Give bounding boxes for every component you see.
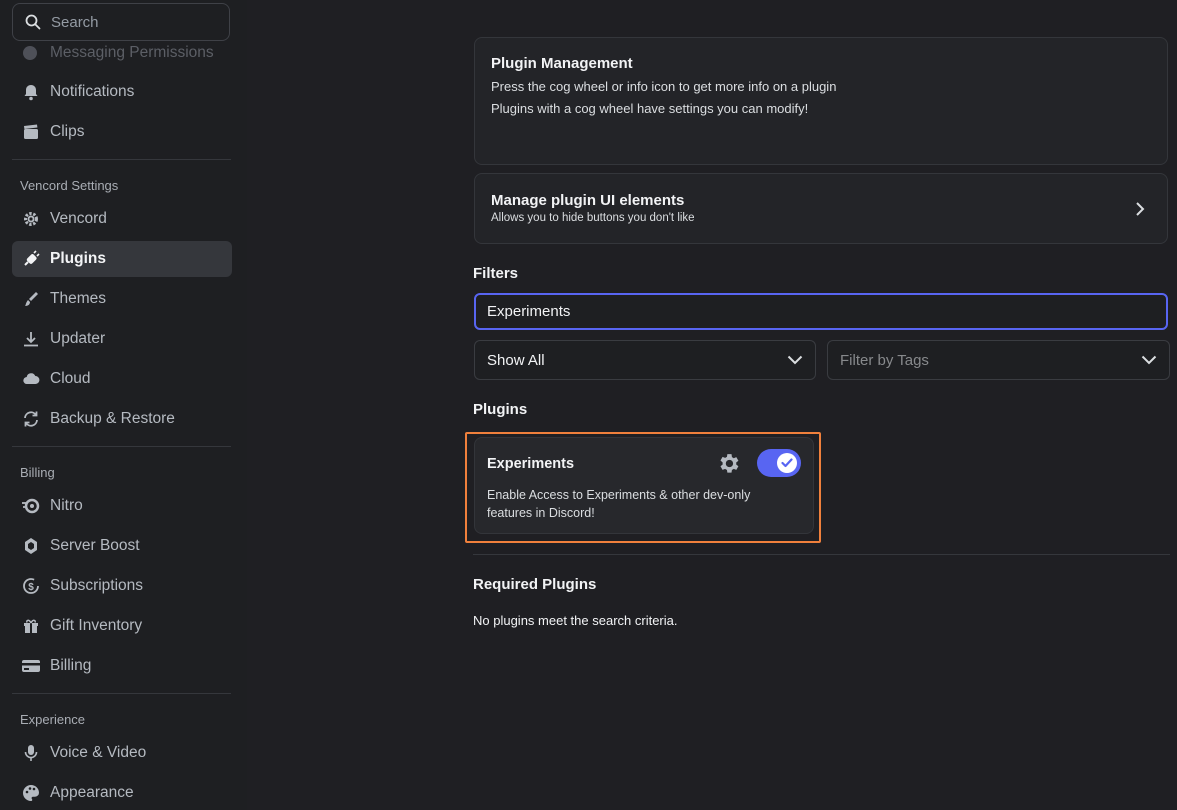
section-header-billing: Billing	[20, 465, 55, 480]
tags-filter-placeholder: Filter by Tags	[840, 351, 929, 369]
filters-heading: Filters	[473, 265, 519, 282]
plugin-search-value: Experiments	[487, 303, 571, 320]
chevron-down-icon	[1141, 355, 1157, 365]
search-placeholder: Search	[51, 13, 99, 31]
show-filter-value: Show All	[487, 351, 545, 369]
sidebar-item-gift-inventory[interactable]: Gift Inventory	[12, 608, 232, 644]
credit-card-icon	[20, 655, 42, 677]
plugin-description-line2: features in Discord!	[487, 506, 595, 520]
plugin-name: Experiments	[487, 456, 575, 472]
paintbrush-icon	[20, 288, 42, 310]
sidebar-item-clips[interactable]: Clips	[12, 114, 232, 150]
sidebar-item-notifications[interactable]: Notifications	[12, 74, 232, 110]
download-icon	[20, 328, 42, 350]
manage-plugin-ui-button[interactable]: Manage plugin UI elements Allows you to …	[474, 173, 1168, 244]
manage-ui-title: Manage plugin UI elements	[491, 192, 685, 209]
chevron-down-icon	[787, 355, 803, 365]
sidebar-item-backup-restore[interactable]: Backup & Restore	[12, 401, 232, 437]
section-header-experience: Experience	[20, 712, 86, 727]
sidebar-item-cloud[interactable]: Cloud	[12, 361, 232, 397]
plugin-description: Enable Access to Experiments & other dev…	[487, 486, 750, 522]
tags-filter-select[interactable]: Filter by Tags	[827, 340, 1170, 380]
palette-icon	[20, 782, 42, 804]
show-filter-select[interactable]: Show All	[474, 340, 816, 380]
sidebar-item-nitro[interactable]: Nitro	[12, 488, 232, 524]
clapperboard-icon	[20, 121, 42, 143]
section-header-vencord: Vencord Settings	[20, 178, 119, 193]
section-divider	[473, 554, 1170, 555]
microphone-icon	[20, 742, 42, 764]
boost-gem-icon	[20, 535, 42, 557]
nitro-icon	[20, 495, 42, 517]
gear-icon[interactable]	[716, 451, 741, 476]
chat-shield-icon	[20, 42, 42, 64]
subscription-icon: $	[20, 575, 42, 597]
chevron-right-icon	[1136, 202, 1145, 216]
plugin-description-line1: Enable Access to Experiments & other dev…	[487, 488, 751, 502]
sidebar-item-billing[interactable]: Billing	[12, 648, 232, 684]
sidebar-divider	[12, 693, 231, 694]
plugin-management-line1: Press the cog wheel or info icon to get …	[491, 79, 837, 94]
no-results-text: No plugins meet the search criteria.	[473, 613, 678, 628]
sidebar-item-server-boost[interactable]: Server Boost	[12, 528, 232, 564]
bell-icon	[20, 81, 42, 103]
cloud-icon	[20, 368, 42, 390]
sidebar-item-subscriptions[interactable]: $ Subscriptions	[12, 568, 232, 604]
sidebar-item-vencord[interactable]: Vencord	[12, 201, 232, 237]
search-bar[interactable]: Search	[12, 3, 230, 41]
plugins-heading: Plugins	[473, 401, 528, 418]
gear-icon	[20, 208, 42, 230]
plugin-search-input[interactable]: Experiments	[474, 293, 1168, 330]
plugin-management-title: Plugin Management	[491, 55, 633, 72]
required-plugins-heading: Required Plugins	[473, 576, 597, 593]
sync-icon	[20, 408, 42, 430]
plugin-enable-toggle[interactable]	[757, 449, 801, 477]
gift-icon	[20, 615, 42, 637]
svg-text:$: $	[28, 582, 34, 593]
sidebar-item-updater[interactable]: Updater	[12, 321, 232, 357]
plugin-management-line2: Plugins with a cog wheel have settings y…	[491, 101, 809, 116]
sidebar-item-voice-video[interactable]: Voice & Video	[12, 735, 232, 771]
sidebar-divider	[12, 446, 231, 447]
toggle-knob	[777, 453, 797, 473]
checkmark-icon	[781, 458, 793, 468]
plugin-management-card: Plugin Management Press the cog wheel or…	[474, 37, 1168, 165]
manage-ui-subtitle: Allows you to hide buttons you don't lik…	[491, 212, 695, 224]
settings-sidebar: Search Messaging Permissions Notificatio…	[0, 0, 247, 810]
search-icon	[25, 14, 41, 30]
sidebar-item-themes[interactable]: Themes	[12, 281, 232, 317]
sidebar-divider	[12, 159, 231, 160]
plug-icon	[20, 248, 42, 270]
sidebar-item-plugins[interactable]: Plugins	[12, 241, 232, 277]
sidebar-item-appearance[interactable]: Appearance	[12, 775, 232, 810]
